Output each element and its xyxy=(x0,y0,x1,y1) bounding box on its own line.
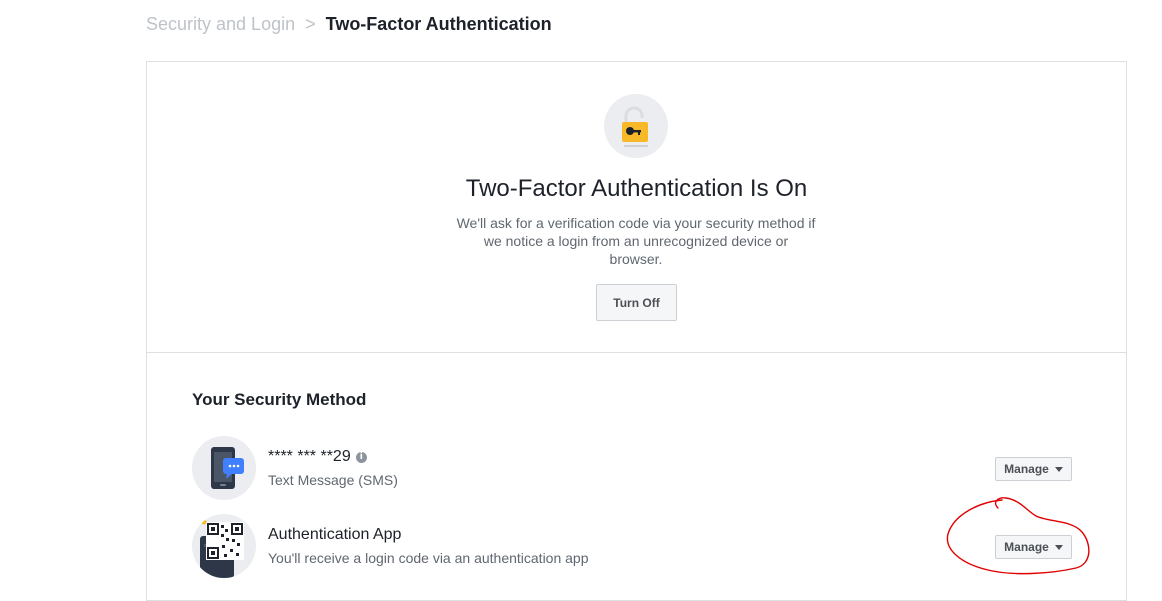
manage-sms-label: Manage xyxy=(1004,462,1049,476)
status-section: Two-Factor Authentication Is On We'll as… xyxy=(147,62,1126,353)
caret-down-icon xyxy=(1054,466,1063,472)
qr-code-icon xyxy=(192,514,256,578)
auth-app-method-subtitle: You'll receive a login code via an authe… xyxy=(268,550,589,566)
security-methods-heading: Your Security Method xyxy=(192,390,367,409)
status-title: Two-Factor Authentication Is On xyxy=(465,175,808,202)
page-title: Two-Factor Authentication xyxy=(325,14,552,34)
status-description: We'll ask for a verification code via yo… xyxy=(456,215,816,267)
auth-app-method-title: Authentication App xyxy=(268,526,402,543)
breadcrumb-separator: > xyxy=(305,14,316,34)
info-icon[interactable]: i xyxy=(355,451,367,463)
turn-off-button[interactable]: Turn Off xyxy=(596,284,677,321)
phone-message-icon xyxy=(192,436,256,500)
sms-method-subtitle: Text Message (SMS) xyxy=(268,472,398,488)
red-circle-annotation xyxy=(946,497,1090,575)
manage-sms-button[interactable]: Manage xyxy=(995,457,1072,481)
breadcrumb: Security and Login > Two-Factor Authenti… xyxy=(146,13,552,35)
lock-icon xyxy=(604,94,668,158)
breadcrumb-parent-link[interactable]: Security and Login xyxy=(146,14,295,34)
masked-phone-number: **** *** **29 xyxy=(268,448,351,465)
sms-method-title: **** *** **29 i xyxy=(268,448,367,466)
